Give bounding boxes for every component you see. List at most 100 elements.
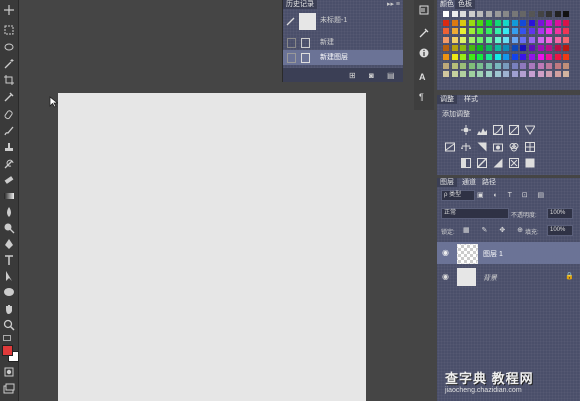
color-swatch[interactable] (477, 19, 484, 26)
layer-filter-select[interactable]: ρ 类型 (441, 190, 475, 201)
color-swatch[interactable] (451, 54, 458, 60)
vibrance-icon[interactable] (525, 125, 535, 135)
color-swatch[interactable] (563, 62, 570, 69)
color-swatch[interactable] (537, 45, 544, 52)
color-swatch[interactable] (451, 62, 458, 69)
color-swatch[interactable] (486, 54, 492, 60)
color-swatch[interactable] (511, 62, 518, 69)
new-document-from-state-icon[interactable]: ⊞ (349, 71, 356, 80)
color-swatch[interactable] (486, 11, 492, 17)
color-swatch[interactable] (529, 28, 535, 35)
history-source-box[interactable] (287, 53, 296, 63)
color-swatch[interactable] (563, 28, 570, 35)
color-swatch[interactable] (503, 28, 510, 35)
color-swatch[interactable] (486, 62, 492, 69)
color-swatch[interactable] (511, 54, 518, 60)
color-swatch[interactable] (511, 36, 518, 43)
color-swatch[interactable] (486, 28, 492, 35)
color-swatch[interactable] (468, 11, 475, 17)
color-swatch[interactable] (494, 11, 501, 17)
color-swatch[interactable] (451, 45, 458, 52)
color-swatch[interactable] (563, 11, 570, 17)
color-swatch[interactable] (529, 71, 535, 78)
color-swatch[interactable] (511, 28, 518, 35)
color-swatch[interactable] (546, 11, 553, 17)
history-panel-icon[interactable] (419, 5, 429, 15)
healing-brush-icon[interactable] (3, 109, 15, 121)
color-swatch[interactable] (554, 54, 561, 60)
paths-tab[interactable]: 路径 (479, 178, 499, 187)
color-swatch[interactable] (460, 45, 467, 52)
color-swatch[interactable] (460, 36, 467, 43)
color-swatch[interactable] (563, 71, 570, 78)
layer-filter-icons[interactable]: ▣ ◐ T ⊡ ▤ (477, 191, 548, 199)
info-icon[interactable] (419, 48, 429, 58)
color-swatch[interactable] (486, 71, 492, 78)
trash-icon[interactable]: ▤ (387, 71, 395, 80)
crop-tool-icon[interactable] (3, 74, 15, 86)
clone-stamp-icon[interactable] (3, 142, 15, 154)
color-swatch[interactable] (477, 62, 484, 69)
default-colors-icon[interactable] (3, 335, 11, 341)
opacity-input[interactable]: 100% (547, 208, 573, 219)
eraser-tool-icon[interactable] (3, 174, 15, 186)
color-swatch[interactable] (477, 36, 484, 43)
color-swatch[interactable] (460, 28, 467, 35)
magic-wand-icon[interactable] (3, 58, 15, 70)
color-swatch[interactable] (537, 36, 544, 43)
color-swatch[interactable] (451, 36, 458, 43)
exposure-icon[interactable] (509, 125, 519, 135)
screen-mode-icon[interactable] (3, 383, 15, 395)
levels-icon[interactable] (477, 125, 487, 135)
gradient-map-icon[interactable] (509, 158, 519, 168)
color-swatch[interactable] (520, 11, 527, 17)
color-swatch[interactable] (486, 45, 492, 52)
zoom-tool-icon[interactable] (3, 319, 15, 331)
path-selection-icon[interactable] (3, 270, 15, 282)
adjustments-tab[interactable]: 调整 (437, 95, 457, 104)
color-swatch[interactable] (537, 71, 544, 78)
color-tab[interactable]: 颜色 (437, 0, 457, 9)
gradient-tool-icon[interactable] (3, 190, 15, 202)
color-swatch[interactable] (537, 62, 544, 69)
color-swatch[interactable] (503, 54, 510, 60)
color-swatch[interactable] (503, 11, 510, 17)
shape-tool-icon[interactable] (3, 286, 15, 298)
layer-row[interactable]: ◉ 背景 🔒 (437, 266, 580, 288)
swatch-grid[interactable] (443, 11, 573, 79)
color-swatch[interactable] (511, 45, 518, 52)
move-tool-icon[interactable] (3, 4, 15, 16)
color-swatch[interactable] (563, 19, 570, 26)
color-swatch[interactable] (520, 71, 527, 78)
color-swatch[interactable] (546, 54, 553, 60)
selective-color-icon[interactable] (525, 158, 535, 168)
type-tool-icon[interactable] (3, 254, 15, 266)
quick-mask-icon[interactable] (3, 366, 15, 378)
color-swatch[interactable] (494, 36, 501, 43)
color-swatch[interactable] (477, 71, 484, 78)
color-swatch[interactable] (529, 19, 535, 26)
color-swatch[interactable] (443, 62, 449, 69)
color-swatch[interactable] (443, 45, 449, 52)
color-swatch[interactable] (511, 11, 518, 17)
color-swatch[interactable] (546, 45, 553, 52)
color-swatch[interactable] (529, 45, 535, 52)
color-swatch[interactable] (563, 45, 570, 52)
color-swatch[interactable] (554, 36, 561, 43)
history-state[interactable]: 新建 (283, 35, 403, 50)
color-swatch[interactable] (520, 54, 527, 60)
photo-filter-icon[interactable] (493, 142, 503, 152)
color-swatch[interactable] (451, 19, 458, 26)
color-swatch[interactable] (546, 19, 553, 26)
color-lookup-icon[interactable] (525, 142, 535, 152)
document-canvas[interactable] (58, 93, 366, 401)
color-swatch[interactable] (546, 28, 553, 35)
color-swatch[interactable] (477, 11, 484, 17)
color-swatch[interactable] (537, 19, 544, 26)
color-swatch[interactable] (443, 36, 449, 43)
color-balance-icon[interactable] (461, 142, 471, 152)
color-swatch[interactable] (503, 45, 510, 52)
color-swatch[interactable] (477, 28, 484, 35)
color-swatch[interactable] (529, 11, 535, 17)
color-swatch[interactable] (468, 36, 475, 43)
